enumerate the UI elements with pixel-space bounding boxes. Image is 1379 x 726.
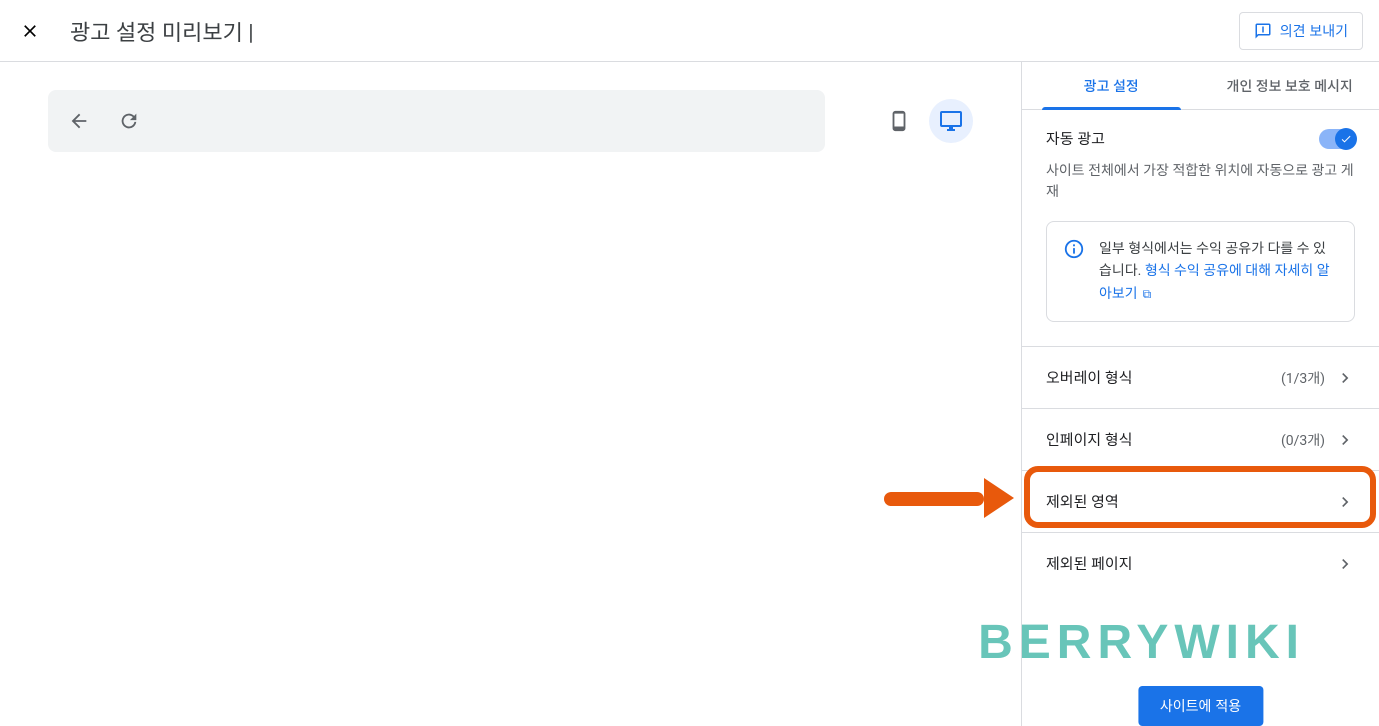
tab-ad-settings-label: 광고 설정: [1084, 76, 1139, 96]
toggle-knob: [1335, 128, 1357, 150]
back-icon[interactable]: [68, 110, 90, 132]
excluded-pages-label: 제외된 페이지: [1046, 553, 1133, 574]
desktop-icon: [939, 109, 963, 133]
info-icon: [1063, 238, 1085, 260]
device-desktop-button[interactable]: [929, 99, 973, 143]
tab-privacy-label: 개인 정보 보호 메시지: [1227, 76, 1353, 96]
close-button[interactable]: [16, 17, 44, 45]
excluded-pages-row[interactable]: 제외된 페이지: [1022, 532, 1379, 594]
auto-ads-toggle[interactable]: [1319, 129, 1355, 149]
overlay-formats-count: (1/3개): [1281, 368, 1325, 388]
chevron-right-icon: [1335, 554, 1355, 574]
overlay-formats-label: 오버레이 형식: [1046, 367, 1133, 388]
auto-ads-label: 자동 광고: [1046, 128, 1105, 149]
url-bar[interactable]: [48, 90, 825, 152]
overlay-formats-row[interactable]: 오버레이 형식 (1/3개): [1022, 346, 1379, 408]
settings-panel: 광고 설정 개인 정보 보호 메시지 자동 광고 사이트 전체에서 가장 적합한…: [1021, 62, 1379, 726]
apply-label: 사이트에 적용: [1160, 698, 1241, 714]
tab-privacy-messages[interactable]: 개인 정보 보호 메시지: [1201, 62, 1379, 109]
close-icon: [20, 21, 40, 41]
excluded-areas-label: 제외된 영역: [1046, 491, 1119, 512]
phone-icon: [888, 110, 910, 132]
chevron-right-icon: [1335, 430, 1355, 450]
chevron-right-icon: [1335, 368, 1355, 388]
inpage-formats-count: (0/3개): [1281, 430, 1325, 450]
reload-icon[interactable]: [118, 110, 140, 132]
info-callout: 일부 형식에서는 수익 공유가 다를 수 있습니다. 형식 수익 공유에 대해 …: [1046, 221, 1355, 322]
excluded-areas-row[interactable]: 제외된 영역: [1022, 470, 1379, 532]
auto-ads-description: 사이트 전체에서 가장 적합한 위치에 자동으로 광고 게재: [1046, 161, 1355, 203]
apply-to-site-button[interactable]: 사이트에 적용: [1138, 686, 1263, 726]
feedback-label: 의견 보내기: [1280, 21, 1348, 41]
inpage-formats-label: 인페이지 형식: [1046, 429, 1133, 450]
device-mobile-button[interactable]: [877, 99, 921, 143]
feedback-button[interactable]: 의견 보내기: [1239, 12, 1363, 50]
check-icon: [1340, 133, 1352, 145]
inpage-formats-row[interactable]: 인페이지 형식 (0/3개): [1022, 408, 1379, 470]
tab-ad-settings[interactable]: 광고 설정: [1022, 62, 1201, 109]
page-title: 광고 설정 미리보기 |: [70, 15, 1239, 47]
external-link-icon: ⧉: [1140, 287, 1152, 301]
chevron-right-icon: [1335, 492, 1355, 512]
feedback-icon: [1254, 22, 1272, 40]
